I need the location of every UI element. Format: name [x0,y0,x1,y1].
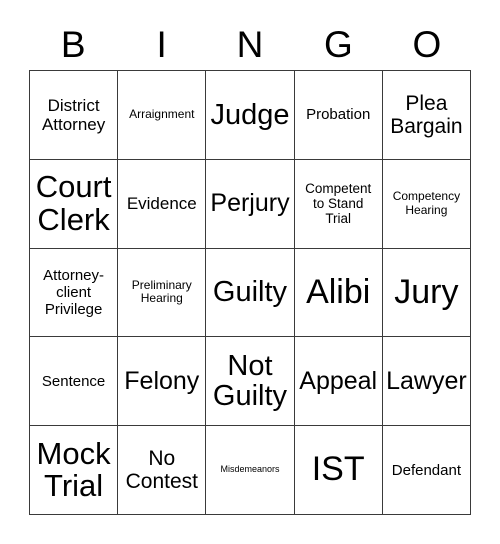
bingo-square[interactable]: Mock Trial [30,426,119,515]
bingo-square[interactable]: Alibi [294,248,383,338]
bingo-square-label: Court Clerk [35,169,112,237]
bingo-square[interactable]: Judge [206,71,295,160]
bingo-grid: District Attorney Arraignment Judge Probati… [29,70,471,515]
bingo-square-label: Defendant [391,461,461,479]
bingo-square-label: District Attorney [41,95,106,134]
bingo-square-label: Sentence [41,372,106,390]
bingo-square[interactable]: Competent to Stand Trial [294,159,383,249]
bingo-square-label: Preliminary Hearing [131,278,192,306]
bingo-square-label: Competent to Stand Trial [305,181,372,227]
bingo-square-label: Plea Bargain [390,91,463,138]
bingo-square-label: Alibi [306,272,371,311]
bingo-square[interactable]: Jury [382,248,471,338]
bingo-square[interactable]: Plea Bargain [382,71,471,160]
bingo-square-label: Jury [394,272,459,311]
bingo-square-label: Lawyer [386,366,467,395]
bingo-square-label: Appeal [299,366,378,395]
bingo-header-letter-o: O [412,23,442,65]
bingo-square-label: Arraignment [129,107,195,122]
bingo-card: B I N G O District Attorney Arraignment Ju… [0,0,500,544]
bingo-square[interactable]: No Contest [118,426,207,515]
bingo-square[interactable]: Preliminary Hearing [118,248,207,338]
bingo-square[interactable]: Not Guilty [206,337,295,427]
bingo-square-label: Evidence [126,194,197,213]
bingo-square[interactable]: Guilty [206,248,295,338]
bingo-square-label: Misdemeanors [220,464,280,475]
bingo-square[interactable]: Probation [294,71,383,160]
bingo-square-label: Probation [306,106,371,124]
bingo-square[interactable]: Defendant [382,426,471,515]
bingo-square-label: Attorney- client Privilege [43,266,105,319]
bingo-square[interactable]: Arraignment [118,71,207,160]
bingo-square[interactable]: Competency Hearing [382,159,471,249]
bingo-square-label: IST [311,450,365,489]
bingo-square[interactable]: District Attorney [30,71,119,160]
bingo-header-letter-b: B [60,23,86,65]
bingo-header-row: B I N G O [29,18,471,70]
bingo-square[interactable]: Felony [118,337,207,427]
bingo-square[interactable]: Perjury [206,159,295,249]
bingo-square-label: No Contest [125,447,198,494]
bingo-square[interactable]: Sentence [30,337,119,427]
bingo-square-label: Mock Trial [36,435,111,504]
bingo-header-letter-g: G [324,23,353,65]
bingo-square[interactable]: Attorney- client Privilege [30,248,119,338]
bingo-square-label: Guilty [212,276,288,309]
bingo-square[interactable]: Lawyer [382,337,471,427]
bingo-square[interactable]: Misdemeanors [206,426,295,515]
bingo-square[interactable]: IST [294,426,383,515]
bingo-square-label: Competency Hearing [392,189,461,217]
bingo-header-letter-n: N [236,23,264,65]
bingo-square[interactable]: Appeal [294,337,383,427]
bingo-square[interactable]: Court Clerk [30,159,119,249]
bingo-square-label: Not Guilty [212,349,288,413]
bingo-square-label: Felony [124,366,200,395]
bingo-square-label: Judge [210,98,290,131]
bingo-square[interactable]: Evidence [118,159,207,249]
bingo-square-label: Perjury [210,189,290,218]
bingo-header-letter-i: I [156,23,167,65]
